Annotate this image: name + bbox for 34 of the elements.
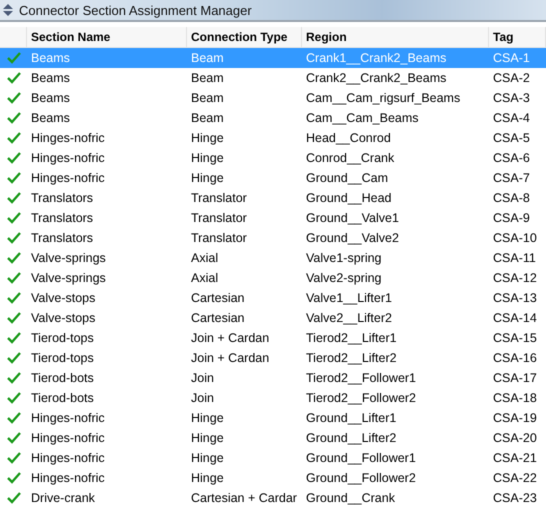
checkmark-icon[interactable] [6, 312, 20, 324]
checkmark-icon[interactable] [6, 232, 20, 244]
checkmark-icon[interactable] [6, 132, 20, 144]
checkmark-icon[interactable] [6, 392, 20, 404]
table-cell: CSA-1 [489, 48, 546, 68]
checkmark-icon[interactable] [6, 372, 20, 384]
checkmark-icon[interactable] [6, 192, 20, 204]
checkmark-icon[interactable] [6, 492, 20, 504]
column-header[interactable]: Connection Type [187, 27, 302, 48]
checkmark-icon[interactable] [6, 332, 20, 344]
checkmark-icon[interactable] [6, 272, 20, 284]
checkmark-icon[interactable] [6, 472, 20, 484]
checkmark-icon[interactable] [6, 92, 20, 104]
checkmark-icon[interactable] [6, 412, 20, 424]
checkmark-icon[interactable] [6, 292, 20, 304]
checkmark-icon[interactable] [6, 432, 20, 444]
checkmark-icon[interactable] [6, 112, 20, 124]
table-cell: Beams [27, 48, 187, 68]
checkmark-icon[interactable] [6, 72, 20, 84]
checkmark-icon[interactable] [6, 212, 20, 224]
table-cell: Crank1__Crank2_Beams [302, 48, 489, 68]
column-header[interactable]: Region [302, 27, 489, 48]
checkmark-icon[interactable] [6, 352, 20, 364]
checkmark-icon[interactable] [6, 252, 20, 264]
checkmark-icon[interactable] [6, 452, 20, 464]
checkmark-icon[interactable] [6, 152, 20, 164]
column-header [0, 27, 27, 48]
column-header[interactable]: Tag [489, 27, 546, 48]
table-cell: Beam [187, 48, 302, 68]
window-title: Connector Section Assignment Manager [19, 2, 252, 18]
checkmark-icon[interactable] [6, 52, 20, 64]
checkmark-icon[interactable] [6, 172, 20, 184]
column-header[interactable]: Section Name [27, 27, 187, 48]
window-icon [2, 4, 14, 16]
